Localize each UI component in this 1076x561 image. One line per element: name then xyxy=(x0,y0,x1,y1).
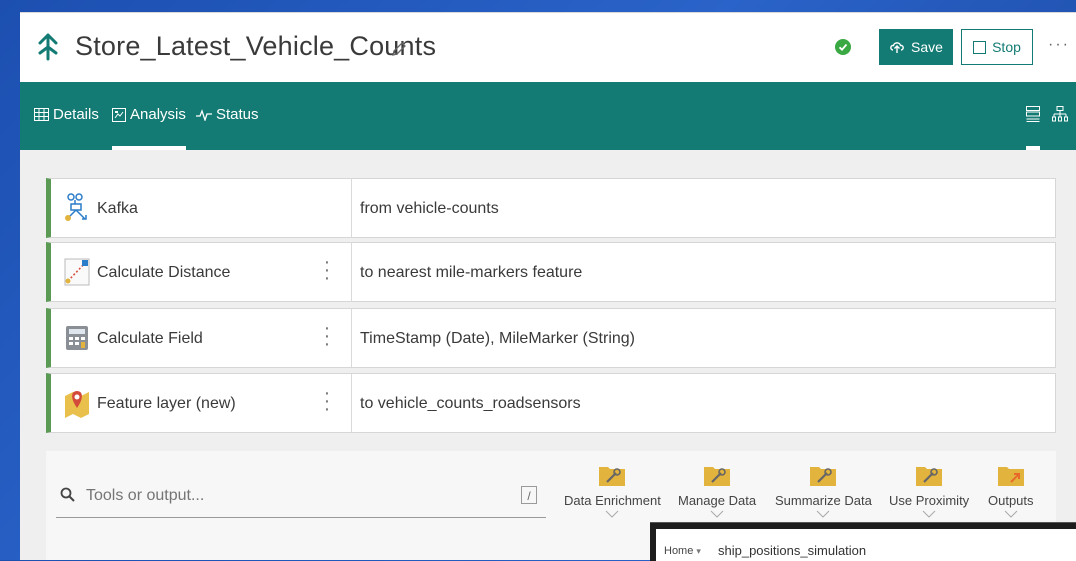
pipeline-row-calculate-distance[interactable]: Calculate Distance · · · to nearest mile-m… xyxy=(46,242,1056,302)
active-view-indicator xyxy=(1026,146,1040,150)
breadcrumb-current: ship_positions_simulation xyxy=(718,543,867,558)
row-menu-button[interactable]: · · · xyxy=(322,318,332,354)
chevron-down-icon xyxy=(817,510,830,518)
page-title: Store_Latest_Vehicle_Counts xyxy=(75,31,437,61)
pulse-icon xyxy=(196,108,212,121)
row-divider xyxy=(351,309,352,367)
chevron-down-icon xyxy=(1004,510,1018,518)
folder-tools-icon xyxy=(916,467,943,486)
pipeline-row-description: to nearest mile-markers feature xyxy=(360,264,583,281)
search-shortcut-badge: / xyxy=(521,486,537,504)
tool-label: Summarize Data xyxy=(775,493,872,508)
status-ok-icon xyxy=(835,39,851,55)
pipeline-row-name: Calculate Distance xyxy=(97,264,231,281)
breadcrumb-home[interactable]: Home ▾ xyxy=(664,545,701,557)
folder-output-icon xyxy=(997,467,1024,486)
pipeline-row-description: TimeStamp (Date), MileMarker (String) xyxy=(360,330,636,347)
tab-details-label: Details xyxy=(53,106,99,123)
stop-button[interactable]: Stop xyxy=(961,29,1033,65)
folder-tools-icon xyxy=(599,467,626,486)
tab-bar: Details Analysis Status xyxy=(20,82,1076,150)
pipeline-row-calculate-field[interactable]: Calculate Field · · · TimeStamp (Date), Mi… xyxy=(46,308,1056,368)
row-divider xyxy=(351,243,352,301)
tool-label: Manage Data xyxy=(678,493,757,508)
chevron-down-icon xyxy=(710,510,724,518)
chevron-down-icon: ▾ xyxy=(696,546,701,556)
stop-square-icon xyxy=(973,40,987,54)
tab-status-label: Status xyxy=(216,106,259,123)
pipeline-row-kafka[interactable]: Kafka from vehicle-counts xyxy=(46,178,1056,238)
more-options-button[interactable]: ··· xyxy=(1048,36,1070,54)
analysis-icon xyxy=(112,107,126,122)
row-menu-button[interactable]: · · · xyxy=(322,252,332,288)
row-divider xyxy=(351,374,352,432)
kafka-icon xyxy=(65,193,87,221)
row-divider xyxy=(351,179,352,237)
pipeline-row-name: Feature layer (new) xyxy=(97,395,236,412)
app-window: Store_Latest_Vehicle_Counts Save Stop ··… xyxy=(20,12,1076,560)
diagram-view-icon[interactable] xyxy=(1052,106,1068,122)
tab-analysis[interactable]: Analysis xyxy=(112,106,186,123)
tool-label: Outputs xyxy=(988,493,1034,508)
tool-label: Use Proximity xyxy=(889,493,970,508)
tab-status[interactable]: Status xyxy=(196,106,259,123)
chevron-down-icon xyxy=(606,510,619,518)
table-icon xyxy=(34,108,49,121)
pipeline-row-name: Kafka xyxy=(97,200,138,217)
tool-manage-data[interactable]: Manage Data xyxy=(678,461,756,518)
save-label: Save xyxy=(911,39,943,55)
save-button[interactable]: Save xyxy=(879,29,953,65)
search-underline xyxy=(56,517,546,518)
pipeline-row-name: Calculate Field xyxy=(97,330,203,347)
tool-data-enrichment[interactable]: Data Enrichment xyxy=(564,461,661,518)
app-logo-icon xyxy=(38,33,58,61)
tool-label: Data Enrichment xyxy=(564,493,661,508)
list-view-icon[interactable] xyxy=(1026,106,1040,122)
tool-outputs[interactable]: Outputs xyxy=(988,461,1034,518)
calculator-icon xyxy=(66,326,88,350)
pipeline-row-feature-layer[interactable]: Feature layer (new) · · · to vehicle_count… xyxy=(46,373,1056,433)
chevron-down-icon xyxy=(922,510,936,518)
secondary-window: Home ▾ ship_positions_simulation xyxy=(650,522,1076,561)
pipeline-row-description: to vehicle_counts_roadsensors xyxy=(360,395,581,412)
breadcrumb-home-label: Home xyxy=(664,545,694,557)
tab-details[interactable]: Details xyxy=(34,106,99,123)
row-menu-button[interactable]: · · · xyxy=(322,383,332,419)
pipeline-row-description: from vehicle-counts xyxy=(360,200,499,217)
stop-label: Stop xyxy=(992,39,1021,55)
edit-pencil-icon[interactable] xyxy=(391,41,407,57)
tool-summarize-data[interactable]: Summarize Data xyxy=(775,461,872,518)
cloud-upload-icon xyxy=(890,42,904,53)
folder-tools-icon xyxy=(810,467,837,486)
active-tab-indicator xyxy=(112,146,186,150)
search-icon xyxy=(60,487,75,502)
secondary-window-content: Home ▾ ship_positions_simulation xyxy=(656,529,1076,561)
title-bar: Store_Latest_Vehicle_Counts Save Stop ··… xyxy=(20,12,1076,83)
tab-analysis-label: Analysis xyxy=(130,106,186,123)
folder-tools-icon xyxy=(704,467,731,486)
tool-use-proximity[interactable]: Use Proximity xyxy=(889,461,969,518)
tools-search-input[interactable] xyxy=(84,481,503,511)
distance-icon xyxy=(64,258,90,286)
map-pin-icon xyxy=(65,391,89,418)
